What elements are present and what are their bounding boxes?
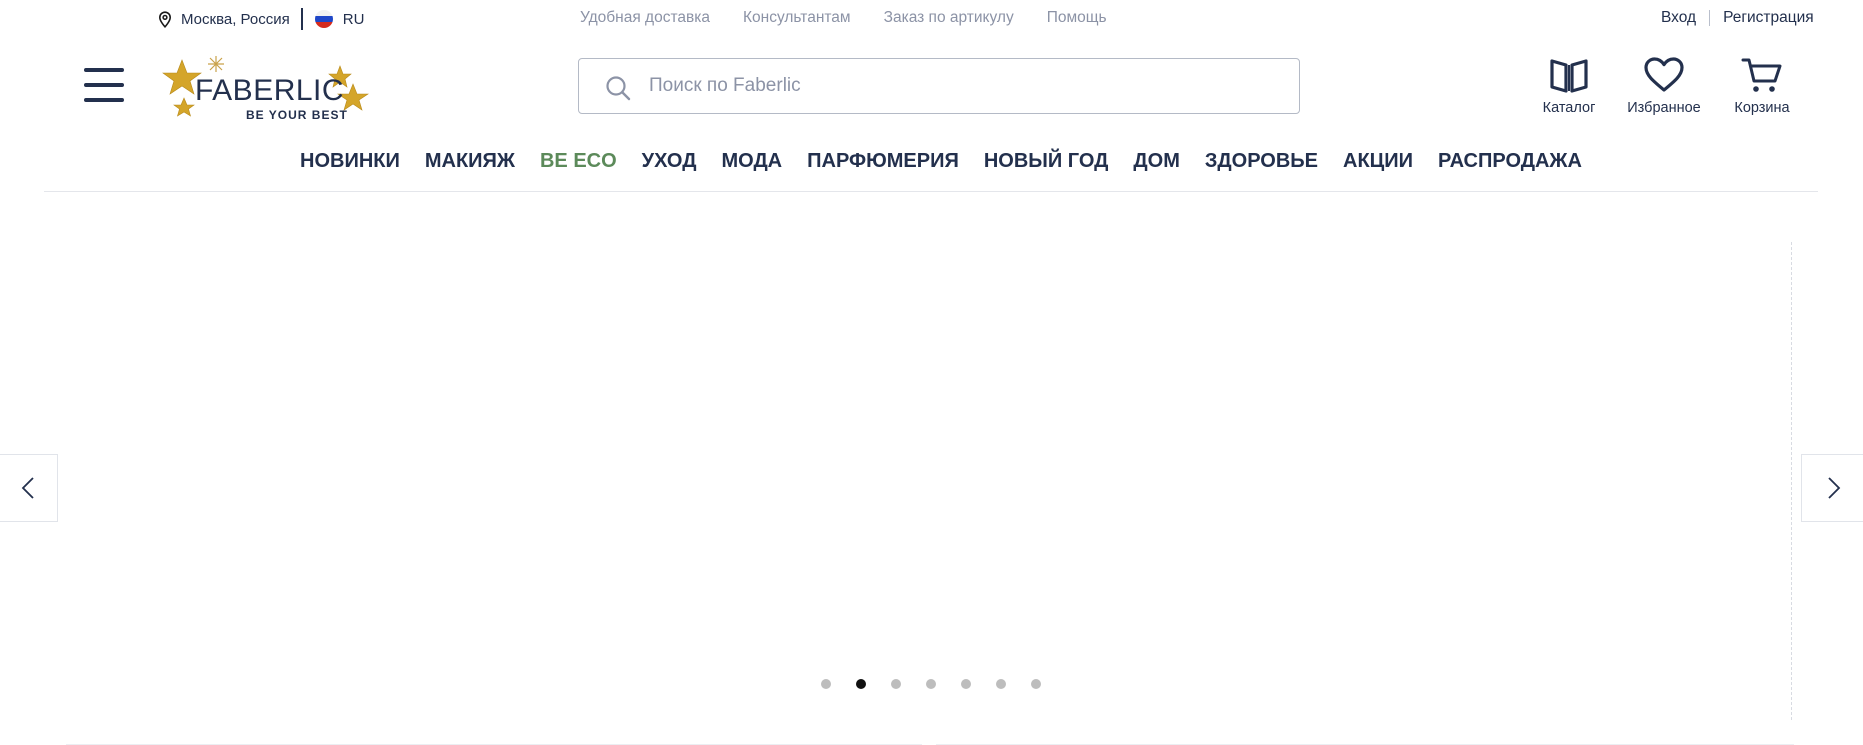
cart-icon [1741, 58, 1782, 92]
hero-banner-slider[interactable] [0, 240, 1863, 720]
logo-wordmark: FABERLIC [195, 74, 345, 107]
top-links: Удобная доставка Консультантам Заказ по … [580, 9, 1140, 27]
nav-item-health[interactable]: ЗДОРОВЬЕ [1205, 150, 1318, 173]
slider-edge-divider [1791, 242, 1792, 720]
faberlic-logo[interactable]: FABERLIC BE YOUR BEST [160, 52, 370, 124]
catalog-label: Каталог [1542, 100, 1596, 116]
location-divider [300, 8, 303, 30]
link-consultants[interactable]: Консультантам [743, 9, 851, 27]
link-delivery[interactable]: Удобная доставка [580, 9, 710, 27]
nav-item-new[interactable]: НОВИНКИ [300, 150, 400, 173]
location-pin-icon [158, 10, 172, 28]
location-selector[interactable]: Москва, Россия RU [158, 8, 364, 30]
search-box[interactable] [578, 58, 1300, 114]
auth-divider [1709, 10, 1711, 26]
main-navigation: НОВИНКИ МАКИЯЖ BE ECO УХОД МОДА ПАРФЮМЕР… [300, 150, 1607, 173]
slider-dot-active[interactable] [856, 679, 866, 689]
slider-next-button[interactable] [1801, 454, 1863, 522]
catalog-button[interactable]: Каталог [1536, 56, 1602, 116]
search-icon[interactable] [605, 75, 631, 101]
slider-dot[interactable] [996, 679, 1006, 689]
slider-prev-button[interactable] [0, 454, 58, 522]
nav-item-perfume[interactable]: ПАРФЮМЕРИЯ [807, 150, 959, 173]
menu-hamburger-icon[interactable] [84, 68, 124, 102]
nav-divider [44, 191, 1818, 192]
heart-icon [1644, 57, 1684, 92]
nav-item-sale[interactable]: РАСПРОДАЖА [1438, 150, 1582, 173]
favorites-label: Избранное [1627, 100, 1701, 116]
nav-item-promotions[interactable]: АКЦИИ [1343, 150, 1413, 173]
nav-item-makeup[interactable]: МАКИЯЖ [425, 150, 515, 173]
location-label: Москва, Россия [181, 10, 290, 28]
chevron-right-icon [1827, 477, 1840, 499]
cart-button[interactable]: Корзина [1729, 56, 1795, 116]
link-order-by-sku[interactable]: Заказ по артикулу [884, 9, 1014, 27]
register-link[interactable]: Регистрация [1723, 9, 1814, 27]
nav-item-care[interactable]: УХОД [642, 150, 697, 173]
search-input[interactable] [649, 59, 1279, 113]
slider-dot[interactable] [821, 679, 831, 689]
book-icon [1550, 59, 1588, 93]
nav-item-home[interactable]: ДОМ [1133, 150, 1179, 173]
slider-dot[interactable] [961, 679, 971, 689]
nav-item-fashion[interactable]: МОДА [721, 150, 782, 173]
slider-dot[interactable] [926, 679, 936, 689]
login-link[interactable]: Вход [1661, 9, 1696, 27]
cart-label: Корзина [1734, 100, 1790, 116]
nav-item-new-year[interactable]: НОВЫЙ ГОД [984, 150, 1109, 173]
language-label[interactable]: RU [343, 11, 365, 28]
slider-pagination [821, 679, 1066, 689]
top-utility-bar: Москва, Россия RU Удобная доставка Консу… [0, 0, 1863, 36]
favorites-button[interactable]: Избранное [1622, 56, 1706, 116]
nav-item-be-eco[interactable]: BE ECO [540, 150, 617, 173]
russia-flag-icon [314, 10, 333, 28]
slider-dot[interactable] [891, 679, 901, 689]
auth-links: Вход Регистрация [1661, 9, 1814, 27]
slider-dot[interactable] [1031, 679, 1041, 689]
link-help[interactable]: Помощь [1047, 9, 1107, 27]
logo-tagline: BE YOUR BEST [246, 108, 348, 122]
chevron-left-icon [21, 477, 34, 499]
